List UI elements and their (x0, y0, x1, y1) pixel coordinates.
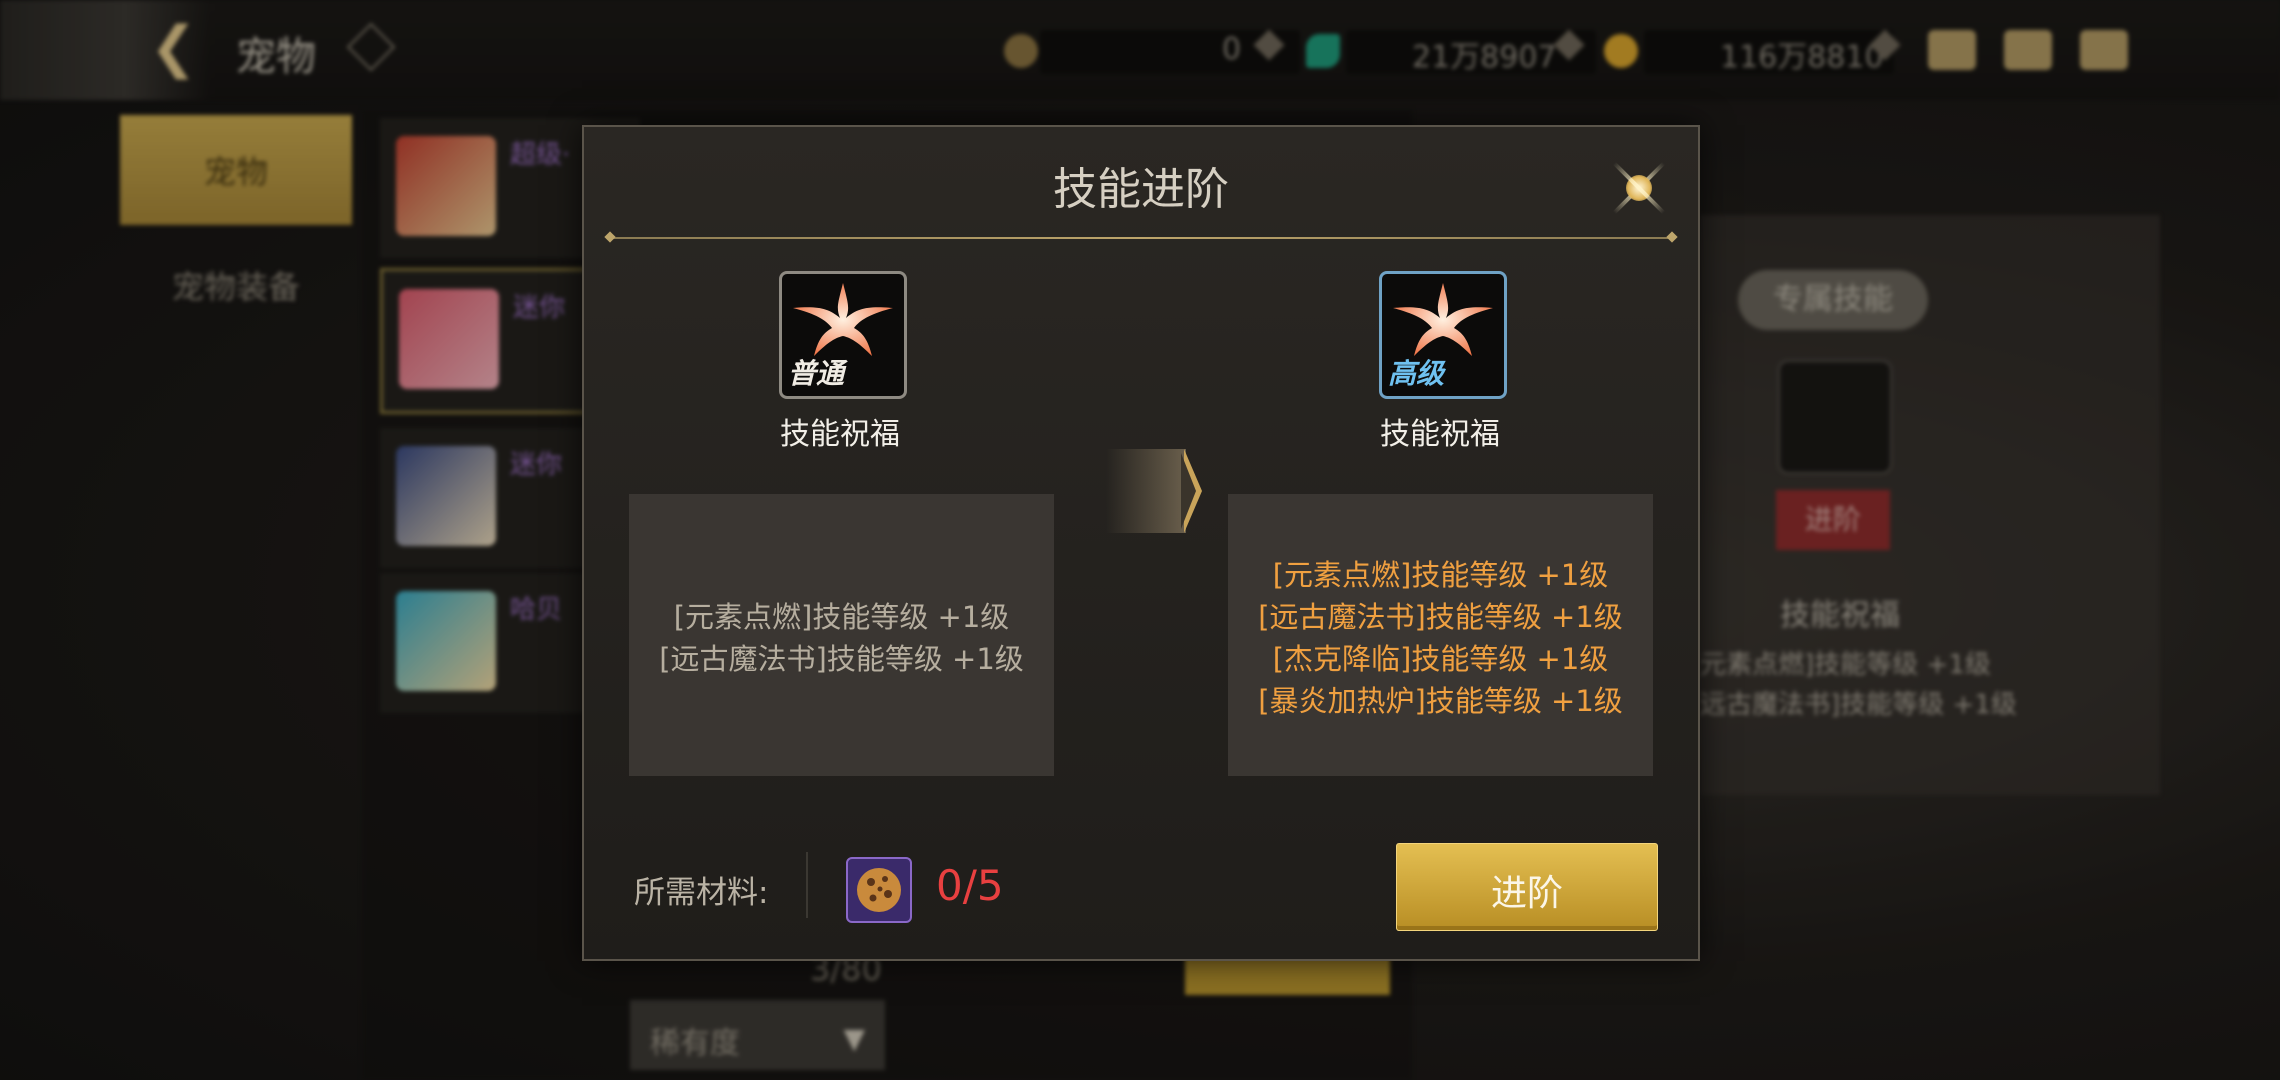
cookie-icon (857, 868, 901, 912)
current-effects-box: [元素点燃]技能等级 +1级 [远古魔法书]技能等级 +1级 (629, 494, 1054, 776)
materials-label: 所需材料: (634, 875, 769, 911)
current-skill-icon: 普通 (779, 271, 907, 399)
advance-button[interactable]: 进阶 (1396, 843, 1658, 931)
skill-grade-tag: 高级 (1388, 357, 1445, 390)
close-icon[interactable] (1604, 153, 1674, 223)
current-skill-name: 技能祝福 (780, 417, 900, 452)
next-skill-icon: 高级 (1379, 271, 1507, 399)
upgrade-arrow (1106, 449, 1186, 533)
cookie-material-icon[interactable] (846, 857, 912, 923)
divider (806, 852, 808, 918)
skill-grade-tag: 普通 (788, 357, 845, 390)
next-skill-name: 技能祝福 (1380, 417, 1500, 452)
effect-line: [远古魔法书]技能等级 +1级 (1258, 600, 1623, 634)
effect-line: [暴炎加热炉]技能等级 +1级 (1258, 684, 1623, 718)
effect-line: [元素点燃]技能等级 +1级 (1272, 558, 1609, 592)
effect-line: [杰克降临]技能等级 +1级 (1272, 642, 1609, 676)
advance-button-label: 进阶 (1490, 873, 1563, 914)
title-divider (610, 237, 1672, 239)
skill-advance-dialog: 技能进阶 普通 技能祝福 高级 技能祝福 [元素点燃]技能等级 +1级 [远古魔… (582, 125, 1700, 961)
dialog-title: 技能进阶 (1053, 164, 1229, 215)
effect-line: [元素点燃]技能等级 +1级 (673, 600, 1010, 634)
effect-line: [远古魔法书]技能等级 +1级 (659, 642, 1024, 676)
material-count: 0/5 (936, 861, 1004, 910)
next-effects-box: [元素点燃]技能等级 +1级 [远古魔法书]技能等级 +1级 [杰克降临]技能等… (1228, 494, 1653, 776)
arrow-inner (1181, 453, 1196, 529)
